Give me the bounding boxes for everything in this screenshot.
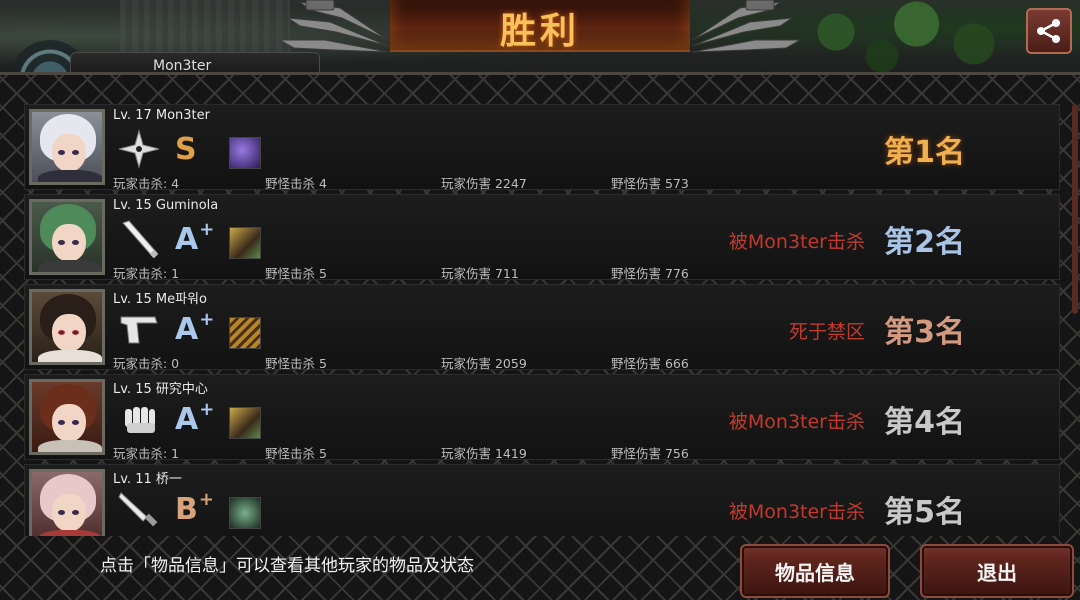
- player-damage: 玩家伤害 1419: [441, 446, 527, 461]
- monster-kills: 野怪击杀 4: [265, 176, 327, 191]
- player-row-3[interactable]: Lv. 15 Me파워o A+ 玩家击杀: 0 野怪击杀 5 玩家伤害 2059…: [24, 284, 1060, 371]
- equipped-item-thumbnail: [229, 137, 261, 169]
- player-row-2[interactable]: Lv. 15 Guminola A+ 玩家击杀: 1 野怪击杀 5 玩家伤害 7…: [24, 194, 1060, 281]
- ranking-list[interactable]: Lv. 17 Mon3ter S 玩家击杀: 4 野怪击杀 4 玩家伤害 224…: [24, 104, 1064, 536]
- player-kills: 玩家击杀: 1: [113, 266, 180, 281]
- player-damage: 玩家伤害 711: [441, 266, 519, 281]
- death-cause: 被Mon3ter击杀: [728, 231, 865, 253]
- grade-badge: S: [175, 132, 197, 167]
- rank-label: 第5名: [884, 495, 965, 530]
- pistol-icon: [120, 316, 158, 344]
- hint-text: 点击「物品信息」可以查看其他玩家的物品及状态: [100, 556, 474, 576]
- rank-label: 第3名: [884, 315, 965, 350]
- player-row-4[interactable]: Lv. 15 研究中心 A+ 玩家击杀: 1 野怪击杀 5 玩家伤害 1419 …: [24, 374, 1060, 461]
- death-cause: 被Mon3ter击杀: [728, 501, 865, 523]
- level-name: Lv. 15 研究中心: [113, 382, 208, 397]
- grade-badge: A+: [175, 399, 215, 437]
- level-name: Lv. 17 Mon3ter: [113, 108, 210, 123]
- death-cause: 被Mon3ter击杀: [728, 411, 865, 433]
- victory-title-plate: 胜利: [390, 0, 690, 52]
- result-screen: Mon3ter 胜利 Lv. 17 Mon3ter S 玩家击杀: 4 野怪击杀…: [0, 0, 1080, 600]
- rank-label: 第4名: [884, 405, 965, 440]
- equipped-item-thumbnail: [229, 317, 261, 349]
- level-name: Lv. 15 Me파워o: [113, 292, 207, 307]
- knife-icon: [118, 492, 158, 527]
- scrollbar[interactable]: [1072, 104, 1078, 314]
- equipped-item-thumbnail: [229, 497, 261, 529]
- monster-kills: 野怪击杀 5: [265, 446, 327, 461]
- avatar: [29, 199, 105, 275]
- avatar: [29, 289, 105, 365]
- left-pistol-wing-icon: [278, 0, 389, 53]
- player-damage: 玩家伤害 2247: [441, 176, 527, 191]
- exit-button[interactable]: 退出: [920, 544, 1074, 598]
- victory-title: 胜利: [499, 11, 580, 52]
- grade-badge: B+: [175, 489, 214, 527]
- building-backdrop: [120, 0, 290, 55]
- share-icon: [1037, 19, 1060, 43]
- monster-damage: 野怪伤害 756: [611, 446, 689, 461]
- monster-damage: 野怪伤害 573: [611, 176, 689, 191]
- grade-badge: A+: [175, 309, 215, 347]
- player-row-5[interactable]: Lv. 11 桥一 B+ 被Mon3ter击杀 第5名: [24, 464, 1060, 536]
- fist-icon: [125, 407, 155, 433]
- bat-icon: [122, 220, 159, 259]
- item-info-button[interactable]: 物品信息: [740, 544, 890, 598]
- share-button[interactable]: [1026, 8, 1072, 54]
- rank-label: 第2名: [884, 225, 965, 260]
- player-kills: 玩家击杀: 0: [113, 356, 180, 371]
- avatar: [29, 469, 105, 536]
- shuriken-icon: [118, 129, 160, 169]
- player-kills: 玩家击杀: 1: [113, 446, 180, 461]
- grade-badge: A+: [175, 219, 215, 257]
- player-kills: 玩家击杀: 4: [113, 176, 180, 191]
- monster-damage: 野怪伤害 666: [611, 356, 689, 371]
- foliage-backdrop: [790, 0, 1020, 80]
- monster-kills: 野怪击杀 5: [265, 266, 327, 281]
- equipped-item-thumbnail: [229, 227, 261, 259]
- right-pistol-wing-icon: [691, 0, 802, 53]
- level-name: Lv. 11 桥一: [113, 472, 182, 487]
- equipped-item-thumbnail: [229, 407, 261, 439]
- player-damage: 玩家伤害 2059: [441, 356, 527, 371]
- monster-kills: 野怪击杀 5: [265, 356, 327, 371]
- avatar: [29, 379, 105, 455]
- level-name: Lv. 15 Guminola: [113, 198, 219, 213]
- player-row-1[interactable]: Lv. 17 Mon3ter S 玩家击杀: 4 野怪击杀 4 玩家伤害 224…: [24, 104, 1060, 191]
- avatar: [29, 109, 105, 185]
- death-cause: 死于禁区: [788, 321, 865, 343]
- monster-damage: 野怪伤害 776: [611, 266, 689, 281]
- rank-label: 第1名: [884, 135, 965, 170]
